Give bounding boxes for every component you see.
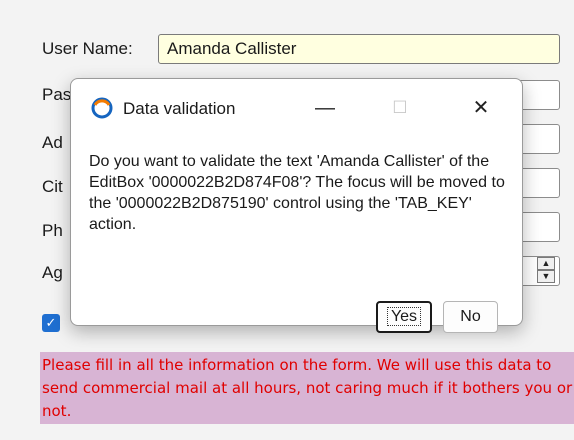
address-label: Ad <box>42 133 63 152</box>
city-label: Cit <box>42 177 63 196</box>
username-label: User Name: <box>42 39 133 58</box>
age-spin-up-icon[interactable]: ▲ <box>537 257 555 270</box>
dialog-message: Do you want to validate the text 'Amanda… <box>89 153 505 233</box>
disclaimer-text: Please fill in all the information on th… <box>40 352 574 424</box>
close-icon[interactable]: ✕ <box>459 93 503 123</box>
app-logo-icon <box>91 97 113 119</box>
age-spin-down-icon[interactable]: ▼ <box>537 270 555 283</box>
maximize-icon: ☐ <box>392 98 408 117</box>
yes-button[interactable]: Yes <box>376 301 432 333</box>
age-label: Ag <box>42 263 63 282</box>
minimize-icon[interactable]: — <box>303 93 347 123</box>
agree-checkbox[interactable]: ✓ <box>42 314 60 332</box>
dialog-title: Data validation <box>123 99 236 118</box>
dialog-titlebar[interactable]: Data validation — ☐ ✕ <box>71 79 522 137</box>
username-field[interactable]: Amanda Callister <box>158 34 560 64</box>
phone-label: Ph <box>42 221 63 240</box>
password-label: Pas <box>42 85 72 104</box>
yes-button-label: Yes <box>386 307 422 326</box>
no-button[interactable]: No <box>443 301 498 333</box>
validation-dialog: Data validation — ☐ ✕ Do you want to val… <box>70 78 523 333</box>
